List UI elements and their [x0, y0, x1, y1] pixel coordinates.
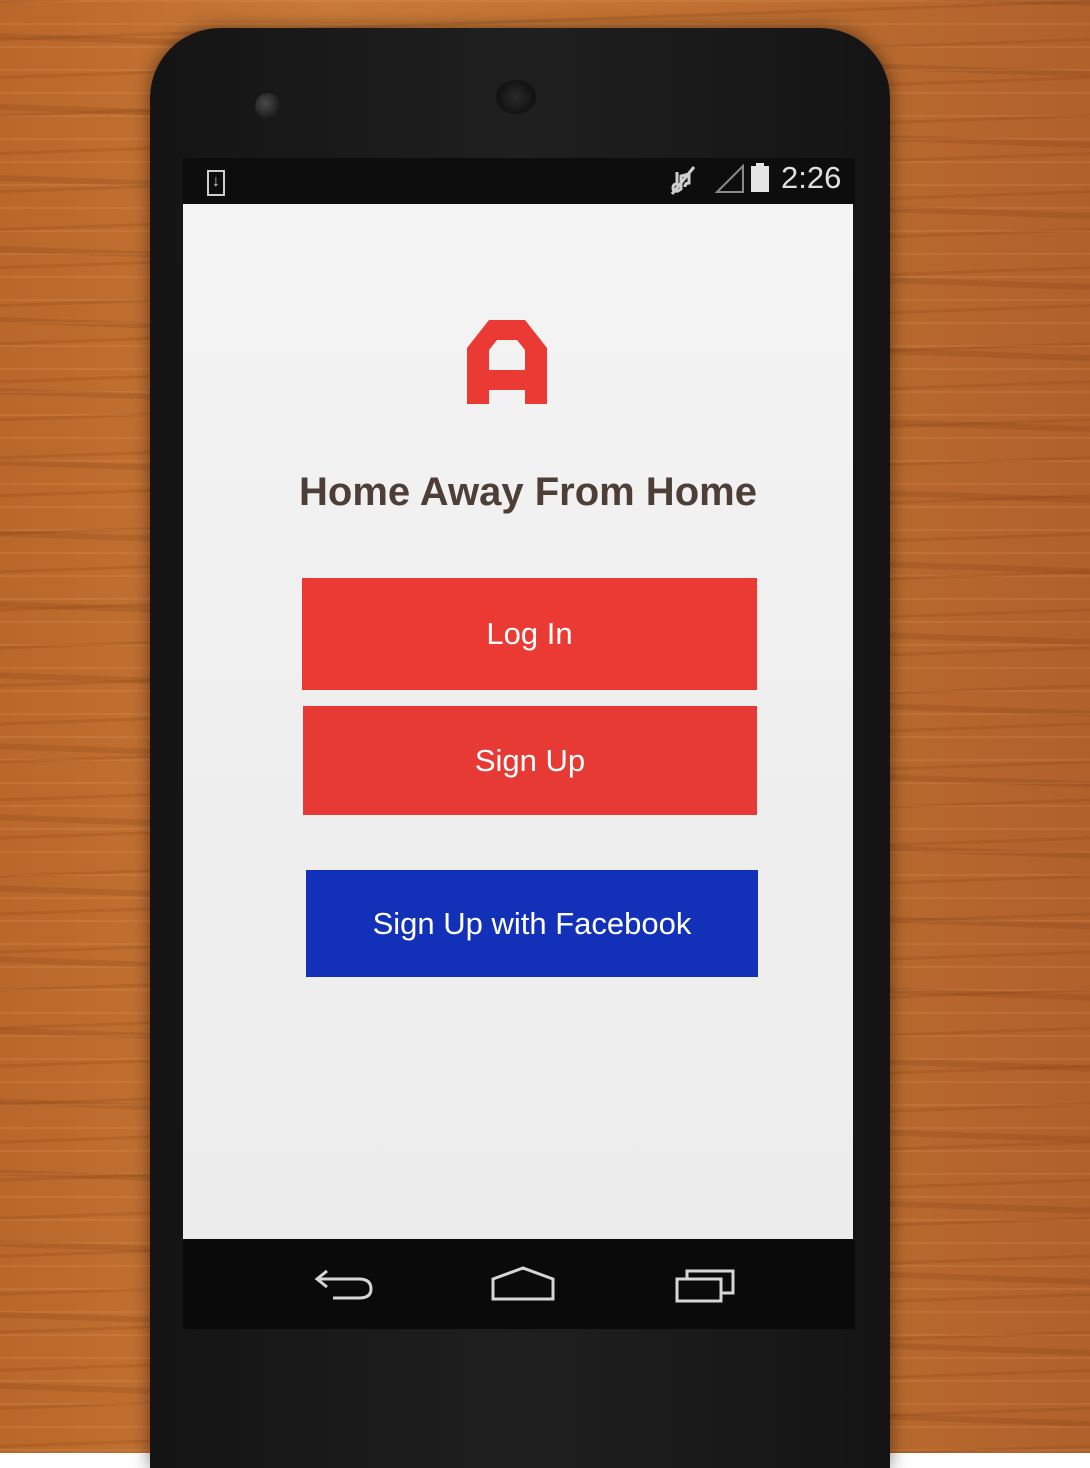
login-button[interactable]: Log In	[302, 578, 757, 690]
front-camera	[255, 93, 281, 119]
home-a-logo-icon	[467, 320, 547, 404]
battery-icon	[751, 163, 769, 192]
page-title: Home Away From Home	[299, 470, 757, 514]
back-icon[interactable]	[313, 1265, 377, 1305]
signup-button-label: Sign Up	[474, 742, 586, 778]
navigation-bar	[183, 1239, 855, 1329]
recents-icon[interactable]	[673, 1265, 739, 1305]
earpiece-speaker	[496, 80, 536, 114]
signup-button[interactable]: Sign Up	[303, 706, 757, 815]
status-time: 2:26	[781, 160, 842, 195]
login-button-label: Log In	[486, 616, 573, 651]
facebook-signup-button[interactable]: Sign Up with Facebook	[306, 870, 758, 977]
home-icon[interactable]	[489, 1265, 557, 1303]
app-screen: Home Away From Home Log In Sign Up Sign …	[183, 204, 853, 1239]
signal-icon	[715, 164, 744, 193]
download-notification-icon: ↓	[207, 170, 225, 196]
mute-icon	[670, 166, 696, 195]
status-bar: ↓ 2:26	[183, 158, 855, 204]
facebook-signup-button-label: Sign Up with Facebook	[372, 905, 692, 941]
